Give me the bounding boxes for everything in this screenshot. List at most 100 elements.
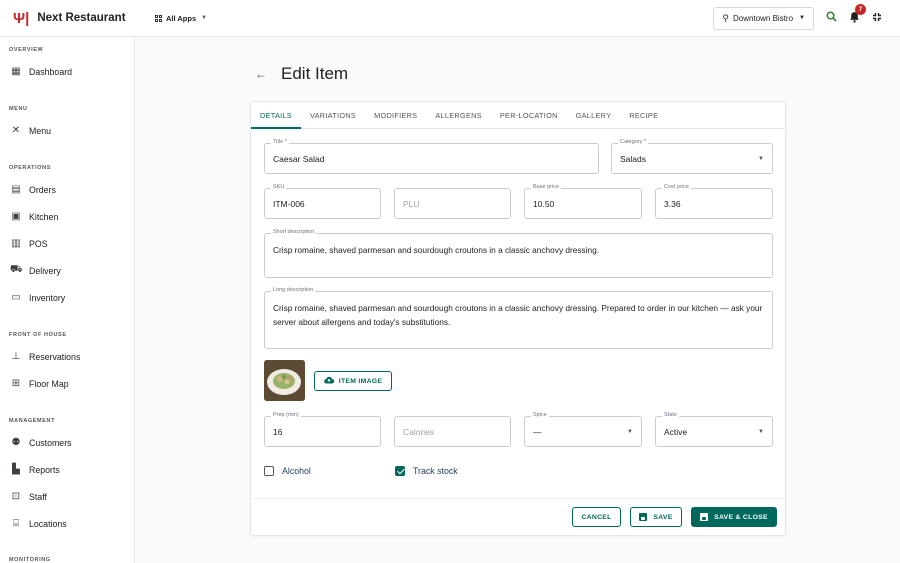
cost-price-label: Cost price xyxy=(662,184,691,190)
tab-recipe[interactable]: RECIPE xyxy=(620,102,667,128)
sidebar-item-locations[interactable]: ⌸ Locations xyxy=(0,510,135,537)
sidebar-item-customers[interactable]: ⚉ Customers xyxy=(0,429,135,456)
title-field-label: Title * xyxy=(271,139,289,145)
long-description-field[interactable]: Long description Crisp romaine, shaved p… xyxy=(264,287,773,349)
save-and-close-button[interactable]: SAVE & CLOSE xyxy=(691,507,777,527)
sidebar-item-label: Orders xyxy=(29,184,56,195)
alcohol-checkbox[interactable]: Alcohol xyxy=(264,466,311,476)
sidebar-item-reservations[interactable]: ⊥ Reservations xyxy=(0,343,135,370)
alcohol-checkbox-box[interactable] xyxy=(264,466,274,476)
calories-placeholder: Calories xyxy=(403,426,435,437)
title-field-value: Caesar Salad xyxy=(273,153,325,164)
sidebar-item-reports[interactable]: ▙ Reports xyxy=(0,456,135,483)
item-image-button-label: ITEM IMAGE xyxy=(338,377,383,385)
sidebar-section-overview: OVERVIEW xyxy=(9,47,44,53)
save-button[interactable]: SAVE xyxy=(630,507,682,527)
state-value: Active xyxy=(664,426,688,437)
sidebar-item-inventory[interactable]: ▭ Inventory xyxy=(0,284,135,311)
tab-details[interactable]: DETAILS xyxy=(251,102,301,129)
tab-gallery[interactable]: GALLERY xyxy=(567,102,621,128)
state-select[interactable]: State Active ▼ xyxy=(655,412,773,447)
sidebar-item-delivery[interactable]: ⛟ Delivery xyxy=(0,257,135,284)
chart-icon: ▙ xyxy=(12,464,20,475)
prep-time-field[interactable]: Prep (min) 16 xyxy=(264,412,381,447)
cancel-button-label: CANCEL xyxy=(581,513,612,521)
chevron-down-icon: ▼ xyxy=(627,428,633,435)
command-icon[interactable] xyxy=(872,12,882,25)
category-select[interactable]: Category * Salads ▼ xyxy=(611,139,773,174)
track-stock-checkbox-box[interactable] xyxy=(395,466,405,476)
title-field[interactable]: Title * Caesar Salad xyxy=(264,139,599,174)
apps-grid-icon xyxy=(155,14,162,22)
brand[interactable]: Ψ| Next Restaurant xyxy=(0,0,135,37)
floppy-disk-icon xyxy=(700,513,709,521)
short-description-field[interactable]: Short description Crisp romaine, shaved … xyxy=(264,229,773,278)
sidebar-item-floor-map[interactable]: ⊞ Floor Map xyxy=(0,370,135,397)
sidebar-item-kitchen[interactable]: ▣ Kitchen xyxy=(0,203,135,230)
sidebar: OVERVIEW ▦ Dashboard MENU ✕ Menu OPERATI… xyxy=(0,37,135,563)
notifications-bell-icon[interactable]: 7 xyxy=(849,3,866,26)
category-select-value: Salads xyxy=(620,153,646,164)
sidebar-item-menu[interactable]: ✕ Menu xyxy=(0,117,135,144)
sidebar-item-label: POS xyxy=(29,238,48,249)
chevron-down-icon: ▼ xyxy=(758,428,764,435)
sidebar-section-management: MANAGEMENT xyxy=(9,418,56,424)
spice-value: — xyxy=(533,426,542,437)
plu-field[interactable]: PLU xyxy=(394,188,511,219)
base-price-label: Base price xyxy=(531,184,561,190)
cost-price-field[interactable]: Cost price 3.36 xyxy=(655,184,773,219)
base-price-value: 10.50 xyxy=(533,198,555,209)
notification-count-badge: 7 xyxy=(855,3,866,15)
sidebar-item-label: Inventory xyxy=(29,292,66,303)
sidebar-item-label: Delivery xyxy=(29,265,61,276)
track-stock-checkbox[interactable]: Track stock xyxy=(395,466,458,476)
brand-name: Next Restaurant xyxy=(37,12,126,24)
sidebar-item-label: Staff xyxy=(29,491,47,502)
sku-field[interactable]: SKU ITM-006 xyxy=(264,184,381,219)
actions-divider xyxy=(251,498,785,499)
save-and-close-button-label: SAVE & CLOSE xyxy=(714,513,768,521)
all-apps-menu[interactable]: All Apps ▼ xyxy=(155,14,207,23)
all-apps-label: All Apps xyxy=(166,13,197,23)
base-price-field[interactable]: Base price 10.50 xyxy=(524,184,642,219)
sidebar-section-front-of-house: FRONT OF HOUSE xyxy=(9,332,67,338)
register-icon: ▥ xyxy=(11,238,21,249)
sidebar-item-dashboard[interactable]: ▦ Dashboard xyxy=(0,58,135,85)
top-bar: Ψ| Next Restaurant All Apps ▼ ⚲ Downtown… xyxy=(0,0,900,37)
location-pin-icon: ⚲ xyxy=(722,12,730,23)
alcohol-label: Alcohol xyxy=(282,466,311,476)
spice-label: Spice xyxy=(531,412,549,418)
sidebar-item-staff[interactable]: ⊡ Staff xyxy=(0,483,135,510)
spice-select[interactable]: Spice — ▼ xyxy=(524,412,642,447)
sidebar-item-label: Reservations xyxy=(29,351,81,362)
truck-icon: ⛟ xyxy=(10,264,23,275)
search-icon[interactable] xyxy=(826,11,837,25)
sidebar-item-pos[interactable]: ▥ POS xyxy=(0,230,135,257)
calories-field[interactable]: Calories xyxy=(394,416,511,447)
chevron-down-icon: ▼ xyxy=(799,15,805,21)
back-arrow-icon[interactable]: ← xyxy=(255,67,267,81)
cloud-upload-icon xyxy=(323,376,334,386)
tab-variations[interactable]: VARIATIONS xyxy=(301,102,365,128)
long-description-label: Long description xyxy=(271,287,316,293)
sidebar-section-monitoring: MONITORING xyxy=(9,557,51,563)
page-title: Edit Item xyxy=(281,64,349,83)
tab-per-location[interactable]: PER-LOCATION xyxy=(491,102,567,128)
kitchen-icon: ▣ xyxy=(11,211,21,222)
sidebar-item-label: Customers xyxy=(29,437,72,448)
utensils-icon: ✕ xyxy=(11,125,21,136)
track-stock-label: Track stock xyxy=(413,466,458,476)
tab-modifiers[interactable]: MODIFIERS xyxy=(365,102,426,128)
cancel-button[interactable]: CANCEL xyxy=(572,507,621,527)
sidebar-item-label: Reports xyxy=(29,464,60,475)
prep-time-value: 16 xyxy=(273,426,283,437)
item-image-thumbnail[interactable] xyxy=(264,360,305,401)
chevron-down-icon: ▼ xyxy=(201,15,208,21)
item-image-upload-button[interactable]: ITEM IMAGE xyxy=(314,371,392,391)
tab-allergens[interactable]: ALLERGENS xyxy=(426,102,491,128)
reservation-icon: ⊥ xyxy=(11,351,21,362)
sidebar-item-orders[interactable]: ▤ Orders xyxy=(0,176,135,203)
short-description-label: Short description xyxy=(271,229,317,235)
sku-field-value: ITM-006 xyxy=(273,198,305,209)
location-select[interactable]: ⚲ Downtown Bistro ▼ xyxy=(713,6,814,30)
